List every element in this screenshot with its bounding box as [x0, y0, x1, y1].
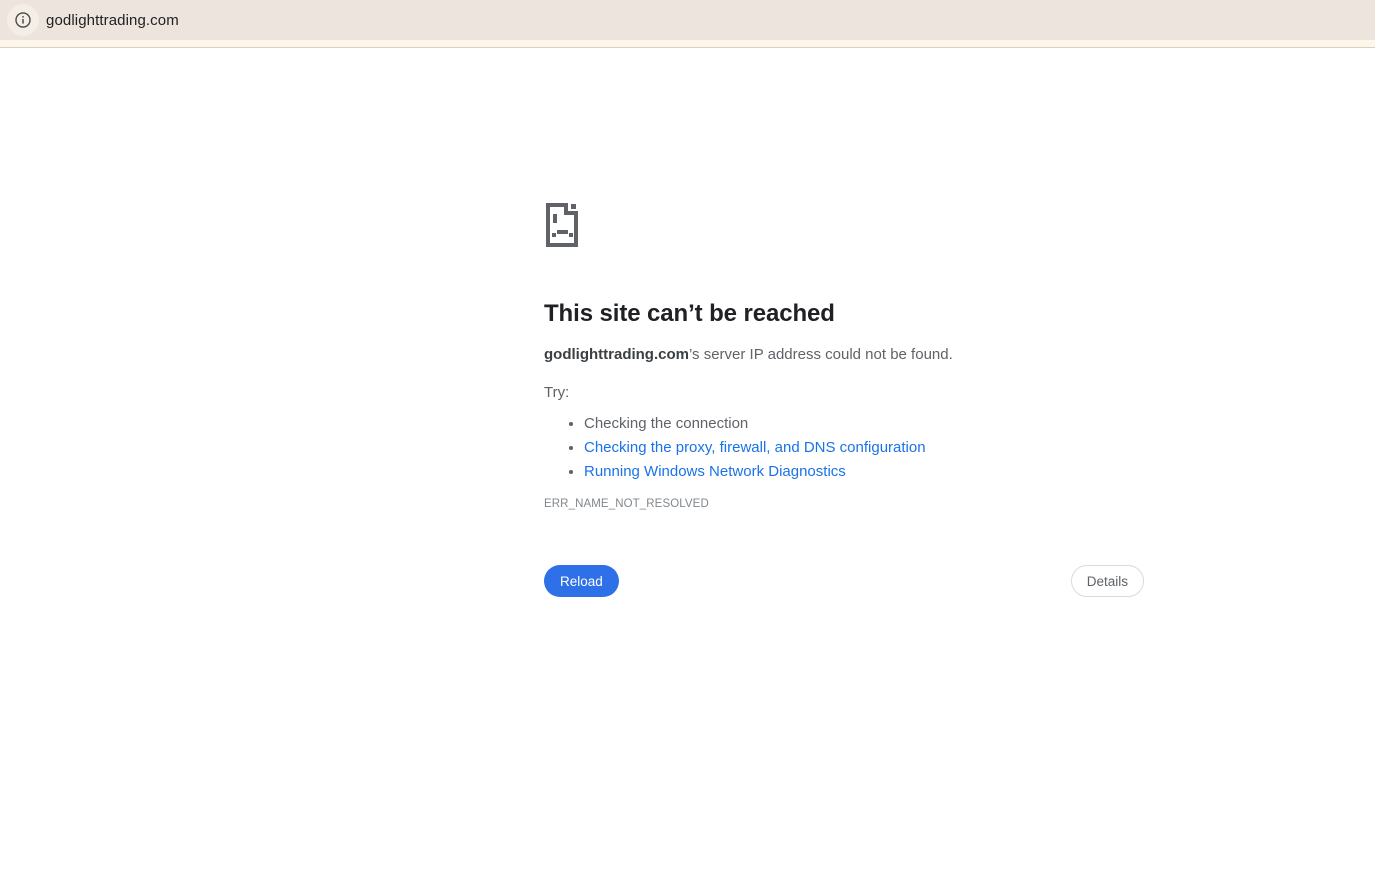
try-label: Try:	[544, 384, 570, 401]
browser-address-bar[interactable]: godlighttrading.com	[0, 0, 1375, 40]
suggestion-item-connection: Checking the connection	[584, 412, 1144, 436]
info-icon	[15, 12, 31, 28]
suggestions-list: Checking the connection Checking the pro…	[544, 412, 1144, 484]
error-subtitle-text: ’s server IP address could not be found.	[688, 346, 953, 363]
suggestion-text: Checking the connection	[584, 415, 749, 432]
error-page-content: This site can’t be reached godlighttradi…	[544, 201, 1144, 597]
error-domain: godlighttrading.com	[544, 346, 689, 363]
bookmarks-bar	[0, 40, 1375, 48]
error-title: This site can’t be reached	[544, 300, 835, 327]
details-button[interactable]: Details	[1070, 565, 1144, 597]
error-subtitle: godlighttrading.com’s server IP address …	[544, 345, 1144, 365]
suggestion-item-proxy: Checking the proxy, firewall, and DNS co…	[584, 436, 1144, 460]
reload-button[interactable]: Reload	[544, 565, 619, 597]
suggestion-item-diagnostics: Running Windows Network Diagnostics	[584, 460, 1144, 484]
address-bar-url[interactable]: godlighttrading.com	[46, 12, 179, 29]
sad-file-icon	[546, 203, 578, 247]
site-info-button[interactable]	[7, 4, 39, 36]
suggestion-link-proxy-dns[interactable]: Checking the proxy, firewall, and DNS co…	[584, 439, 926, 456]
suggestion-link-network-diagnostics[interactable]: Running Windows Network Diagnostics	[584, 463, 846, 480]
buttons-row: Reload Details	[544, 565, 1144, 597]
error-code: ERR_NAME_NOT_RESOLVED	[544, 498, 709, 510]
